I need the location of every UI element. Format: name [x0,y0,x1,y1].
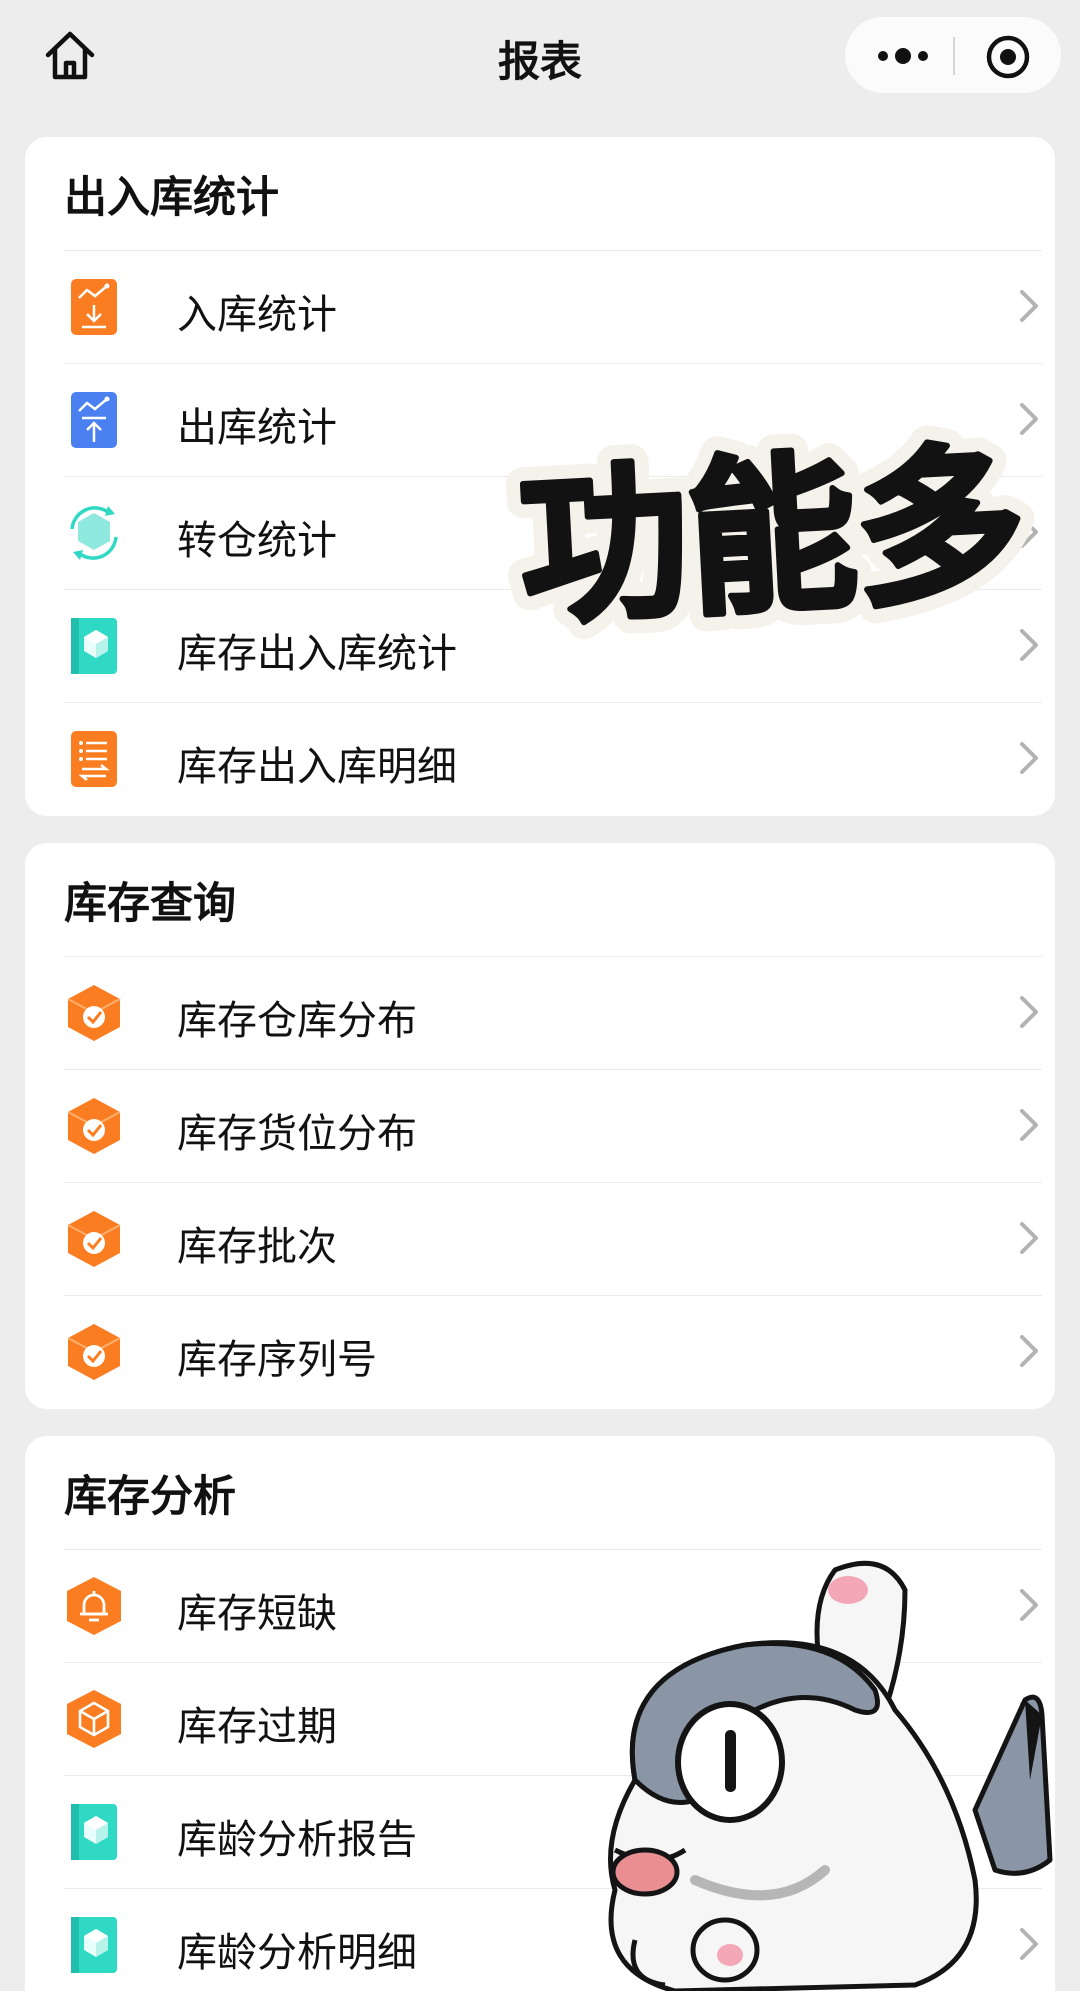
top-navigation-bar: 报表 [0,0,1080,120]
item-label: 库存短缺 [177,1591,337,1637]
item-label: 库存货位分布 [177,1111,417,1157]
row-divider [64,1069,1042,1070]
chevron-right-icon [1016,288,1042,324]
chevron-right-icon [1016,740,1042,776]
detail-list-icon [64,729,124,789]
section-title: 出入库统计 [64,173,279,223]
item-label: 入库统计 [177,292,337,338]
more-dots-icon[interactable] [875,36,931,76]
report-item-inbound-stats[interactable]: 入库统计 [64,250,1042,363]
section-card-inventory-query: 库存查询 库存仓库分布 库存货位分布 库存批次 库存序列号 [25,843,1055,1409]
item-label: 库存出入库统计 [177,631,457,677]
row-divider [64,1182,1042,1183]
bell-alert-icon [64,1576,124,1636]
record-target-icon[interactable] [985,34,1031,80]
mini-program-capsule [844,16,1062,94]
inventory-book-icon [64,1802,124,1862]
item-label: 转仓统计 [177,518,337,564]
inventory-book-icon [64,616,124,676]
report-item-location-distribution[interactable]: 库存货位分布 [64,1069,1042,1182]
sticker-text-overlay: 功能多 功能多 [498,409,1046,665]
hex-check-icon [64,983,124,1043]
sticker-text: 功能多 [515,426,1029,645]
row-divider [64,1295,1042,1296]
chevron-right-icon [1016,994,1042,1030]
report-item-inventory-inout-detail[interactable]: 库存出入库明细 [64,702,1042,815]
outbound-chart-icon [64,390,124,450]
box-hex-icon [64,1689,124,1749]
transfer-cycle-icon [64,503,124,563]
item-label: 库存序列号 [177,1337,377,1383]
report-item-serial-number[interactable]: 库存序列号 [64,1295,1042,1408]
capsule-divider [953,37,955,75]
item-label: 库存批次 [177,1224,337,1270]
hex-check-icon [64,1322,124,1382]
shark-cat-mascot [555,1550,1060,1991]
chevron-right-icon [1016,1333,1042,1369]
item-label: 库龄分析明细 [177,1930,417,1976]
row-divider [64,363,1042,364]
item-label: 库存仓库分布 [177,998,417,1044]
hex-check-icon [64,1096,124,1156]
inbound-chart-icon [64,277,124,337]
inventory-book-icon [64,1915,124,1975]
item-label: 出库统计 [177,405,337,451]
report-item-inventory-batch[interactable]: 库存批次 [64,1182,1042,1295]
chevron-right-icon [1016,1220,1042,1256]
section-title: 库存查询 [64,879,236,929]
section-title: 库存分析 [64,1472,236,1522]
report-item-warehouse-distribution[interactable]: 库存仓库分布 [64,956,1042,1069]
hex-check-icon [64,1209,124,1269]
chevron-right-icon [1016,1107,1042,1143]
row-divider [64,956,1042,957]
item-label: 库存出入库明细 [177,744,457,790]
row-divider [64,250,1042,251]
item-label: 库存过期 [177,1704,337,1750]
row-divider [64,702,1042,703]
item-label: 库龄分析报告 [177,1817,417,1863]
